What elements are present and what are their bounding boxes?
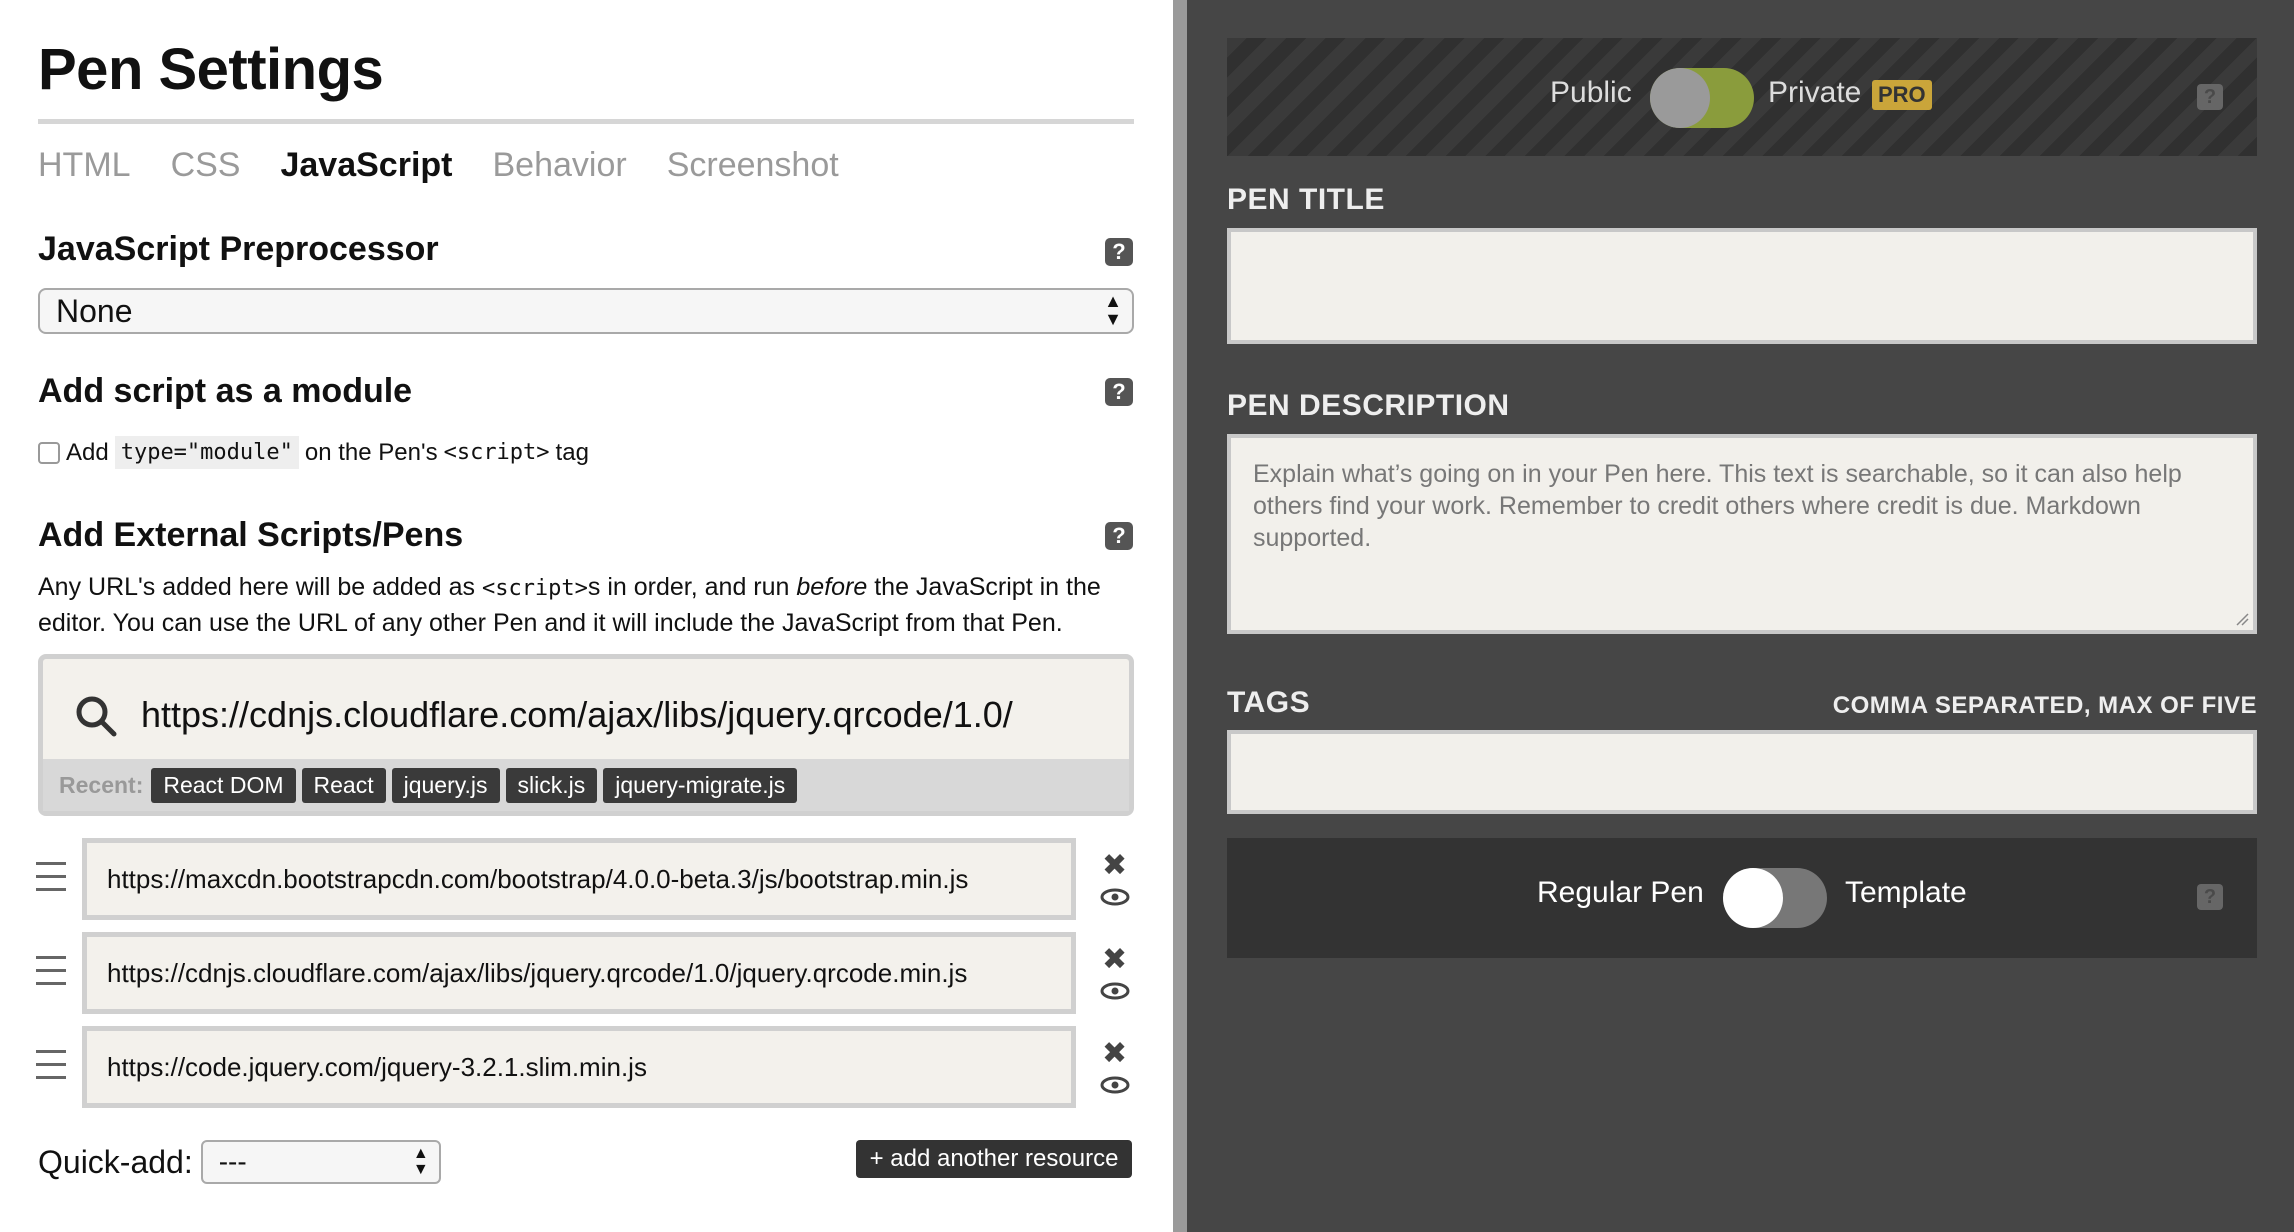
module-label-middle: on the Pen's	[304, 438, 438, 466]
public-label: Public	[1550, 76, 1632, 109]
resize-grip-icon[interactable]	[2235, 612, 2249, 626]
pen-settings-panel: Pen Settings HTML CSS JavaScript Behavio…	[0, 0, 1173, 1232]
external-description: Any URL's added here will be added as <s…	[38, 570, 1134, 640]
module-help-icon[interactable]: ?	[1105, 378, 1133, 406]
tags-label: TAGS	[1227, 686, 1311, 719]
desc-part-2: s in order, and run	[587, 573, 790, 601]
desc-part-1: Any URL's added here will be added as	[38, 573, 475, 601]
pro-badge: PRO	[1872, 80, 1932, 110]
tab-css[interactable]: CSS	[171, 146, 241, 185]
preprocessor-heading: JavaScript Preprocessor	[38, 230, 439, 268]
pen-title-label: PEN TITLE	[1227, 183, 1385, 216]
pen-title-input[interactable]	[1227, 228, 2257, 344]
eye-icon[interactable]	[1100, 888, 1130, 906]
resource-url-field[interactable]: https://maxcdn.bootstrapcdn.com/bootstra…	[82, 838, 1076, 920]
preprocessor-selected-value: None	[56, 293, 133, 329]
resource-row: https://cdnjs.cloudflare.com/ajax/libs/j…	[36, 932, 1136, 1014]
module-label-prefix: Add	[66, 438, 109, 466]
title-divider	[38, 119, 1134, 124]
remove-resource-icon[interactable]: ✖	[1102, 1036, 1127, 1071]
recent-chip-jquery[interactable]: jquery.js	[391, 767, 500, 803]
external-heading: Add External Scripts/Pens	[38, 516, 464, 554]
remove-resource-icon[interactable]: ✖	[1102, 942, 1127, 977]
template-bar: Regular Pen Template ?	[1227, 838, 2257, 958]
recent-chip-jquery-migrate[interactable]: jquery-migrate.js	[603, 767, 798, 803]
resource-row: https://code.jquery.com/jquery-3.2.1.sli…	[36, 1026, 1136, 1108]
template-toggle[interactable]	[1723, 868, 1827, 928]
drag-handle-icon[interactable]	[36, 956, 66, 990]
preprocessor-select[interactable]: None ▲ ▼	[38, 288, 1134, 334]
regular-pen-label: Regular Pen	[1537, 876, 1704, 909]
quickadd-select[interactable]: --- ▲ ▼	[200, 1140, 441, 1184]
module-option-row: Add type="module" on the Pen's <script> …	[38, 436, 589, 469]
recent-chip-react-dom[interactable]: React DOM	[151, 767, 296, 803]
resource-url-field[interactable]: https://cdnjs.cloudflare.com/ajax/libs/j…	[82, 932, 1076, 1014]
search-icon	[76, 696, 117, 737]
desc-emphasis: before	[796, 573, 868, 601]
resource-search-box: Recent: React DOM React jquery.js slick.…	[38, 654, 1134, 816]
description-placeholder: Explain what’s going on in your Pen here…	[1253, 460, 2182, 552]
select-arrows-icon: ▲ ▼	[412, 1145, 429, 1178]
pen-description-label: PEN DESCRIPTION	[1227, 389, 1510, 422]
private-label: Private	[1768, 76, 1862, 109]
module-checkbox[interactable]	[38, 441, 60, 464]
drag-handle-icon[interactable]	[36, 862, 66, 896]
recent-chip-react[interactable]: React	[301, 767, 386, 803]
preprocessor-help-icon[interactable]: ?	[1105, 238, 1133, 266]
quickadd-row: Quick-add: --- ▲ ▼	[38, 1140, 441, 1184]
template-label: Template	[1845, 876, 1967, 909]
template-help-icon[interactable]: ?	[2197, 884, 2223, 910]
desc-code: <script>	[481, 576, 588, 601]
module-code-tag: <script>	[443, 440, 550, 465]
pen-details-panel: Public Private PRO ? PEN TITLE PEN DESCR…	[1187, 0, 2294, 1232]
resource-search-input[interactable]	[141, 689, 1101, 741]
tab-behavior[interactable]: Behavior	[492, 146, 626, 185]
template-toggle-knob	[1723, 868, 1783, 928]
quickadd-selected-value: ---	[218, 1146, 247, 1177]
eye-icon[interactable]	[1100, 1076, 1130, 1094]
eye-icon[interactable]	[1100, 982, 1130, 1000]
tags-hint: COMMA SEPARATED, MAX OF FIVE	[1832, 692, 2257, 719]
recent-chip-slick[interactable]: slick.js	[505, 767, 598, 803]
privacy-help-icon[interactable]: ?	[2197, 84, 2223, 110]
settings-tabs: HTML CSS JavaScript Behavior Screenshot	[38, 146, 839, 185]
resource-url-field[interactable]: https://code.jquery.com/jquery-3.2.1.sli…	[82, 1026, 1076, 1108]
privacy-bar: Public Private PRO ?	[1227, 38, 2257, 156]
panel-divider	[1173, 0, 1187, 1232]
tab-screenshot[interactable]: Screenshot	[667, 146, 839, 185]
module-code-attr: type="module"	[114, 436, 299, 469]
external-help-icon[interactable]: ?	[1105, 522, 1133, 550]
recent-resources-bar: Recent: React DOM React jquery.js slick.…	[43, 759, 1129, 811]
tab-html[interactable]: HTML	[38, 146, 131, 185]
select-arrows-icon: ▲ ▼	[1104, 291, 1122, 329]
recent-label: Recent:	[59, 771, 144, 798]
pen-description-textarea[interactable]: Explain what’s going on in your Pen here…	[1227, 434, 2257, 634]
privacy-toggle[interactable]	[1650, 68, 1754, 128]
module-heading: Add script as a module	[38, 372, 413, 410]
resource-row: https://maxcdn.bootstrapcdn.com/bootstra…	[36, 838, 1136, 920]
drag-handle-icon[interactable]	[36, 1050, 66, 1084]
module-label-suffix: tag	[555, 438, 589, 466]
tab-javascript[interactable]: JavaScript	[280, 146, 452, 185]
quickadd-label: Quick-add:	[38, 1143, 193, 1180]
remove-resource-icon[interactable]: ✖	[1102, 848, 1127, 883]
privacy-toggle-knob	[1650, 68, 1710, 128]
tags-input[interactable]	[1227, 730, 2257, 814]
page-title: Pen Settings	[38, 37, 384, 102]
add-resource-button[interactable]: + add another resource	[856, 1140, 1132, 1178]
